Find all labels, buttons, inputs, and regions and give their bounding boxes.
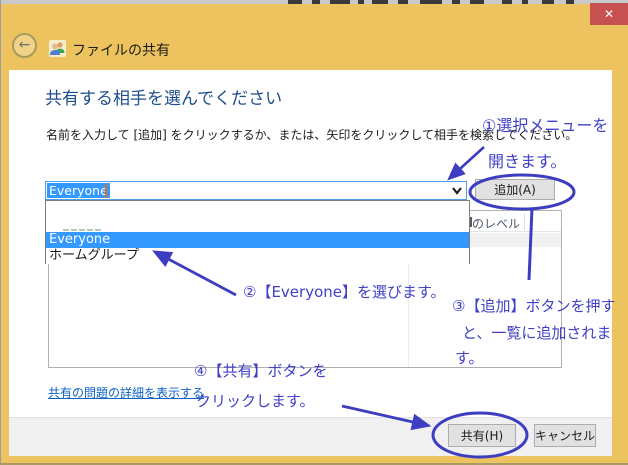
back-arrow-icon: ← (19, 37, 31, 53)
annotation-step1-text: ①選択メニューを (482, 112, 608, 136)
window-title: ファイルの共有 (72, 40, 170, 60)
dropdown-item-homegroup[interactable]: ホームグループ (46, 248, 469, 264)
add-button[interactable]: 追加(A) (475, 179, 555, 200)
dropdown-item-everyone[interactable]: Everyone (46, 232, 469, 248)
annotation-step4-text: ④【共有】ボタンを (194, 360, 327, 381)
header-column-divider (524, 213, 525, 230)
permission-level-column-header: のレベル (472, 215, 520, 232)
window-edge-artifact (470, 0, 484, 4)
annotation-step3-text: す。 (455, 347, 484, 368)
people-combobox[interactable]: Everyone (45, 181, 467, 200)
text-caret (105, 184, 107, 198)
combobox-selected-text: Everyone (47, 183, 110, 198)
people-dropdown-list: Everyone ホームグループ (45, 200, 470, 264)
annotation-step1-text: 開きます。 (488, 148, 566, 172)
annotation-step3-text: と、一覧に追加されま (462, 322, 611, 343)
window-edge-artifact (452, 0, 460, 4)
cancel-button-label: キャンセル (535, 427, 595, 444)
share-button[interactable]: 共有(H) (448, 424, 516, 447)
back-button[interactable]: ← (12, 33, 37, 58)
file-sharing-window: ✕ ← ファイルの共有 共有する相手を選んでください 名前を入力して [追加] … (0, 0, 628, 465)
annotation-step3-text: ③【追加】ボタンを押す (452, 295, 615, 316)
close-button[interactable]: ✕ (590, 3, 628, 25)
add-button-label: 追加(A) (494, 181, 536, 198)
sharing-problems-details-link[interactable]: 共有の問題の詳細を表示する (48, 384, 204, 401)
window-edge-artifact (288, 0, 302, 4)
dialog-button-bar (9, 417, 612, 456)
window-edge-artifact (502, 0, 512, 4)
window-edge-artifact (566, 0, 574, 4)
window-edge-artifact (420, 0, 442, 4)
cancel-button[interactable]: キャンセル (534, 424, 596, 447)
dropdown-item-blank[interactable] (46, 201, 469, 232)
window-edge-artifact (372, 0, 388, 4)
window-edge-artifact (358, 0, 364, 4)
file-sharing-people-icon (49, 40, 66, 57)
list-column-divider (408, 247, 409, 367)
dialog-heading: 共有する相手を選んでください (45, 84, 282, 109)
annotation-step4-text: クリックします。 (196, 390, 315, 411)
window-edge-artifact (398, 0, 408, 4)
share-button-label: 共有(H) (461, 427, 503, 444)
annotation-step2-text: ②【Everyone】を選びます。 (243, 281, 446, 302)
window-edge-artifact (330, 0, 350, 4)
window-left-edge (0, 0, 1, 465)
window-edge-artifact (312, 0, 320, 4)
window-edge-artifact (522, 0, 528, 4)
chevron-down-icon[interactable] (451, 186, 463, 196)
window-edge-artifact (542, 0, 554, 4)
dropdown-artifact (63, 229, 103, 231)
close-icon: ✕ (604, 7, 614, 21)
